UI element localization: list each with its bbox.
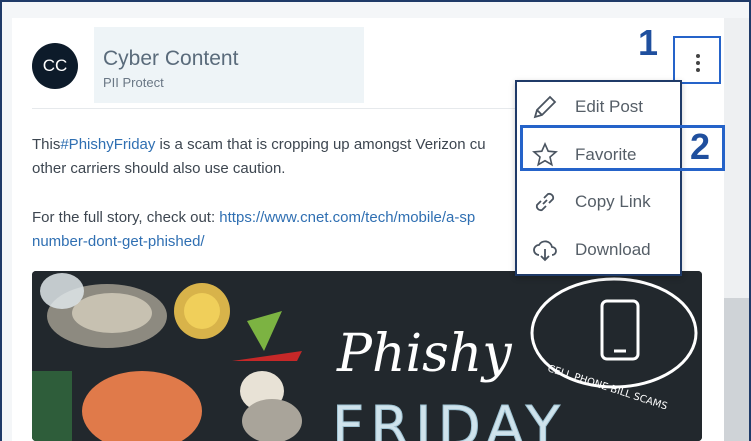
more-options-button[interactable] xyxy=(673,36,721,84)
menu-item-download[interactable]: Download xyxy=(517,227,680,273)
post-image-graphic: Phishy FRIDAY CELL PHONE BILL SCAMS xyxy=(32,271,702,441)
menu-item-edit-post[interactable]: Edit Post xyxy=(517,84,680,130)
cloud-download-icon xyxy=(525,234,565,266)
post-text-intro: For the full story, check out: xyxy=(32,209,220,226)
image-block-title: FRIDAY xyxy=(332,395,566,441)
pencil-icon xyxy=(525,91,565,123)
menu-item-label: Download xyxy=(575,240,651,259)
callout-number-1: 1 xyxy=(638,22,659,63)
callout-number-2: 2 xyxy=(690,126,711,167)
post-image[interactable]: Phishy FRIDAY CELL PHONE BILL SCAMS xyxy=(32,271,702,441)
scrollbar-thumb[interactable] xyxy=(724,298,749,441)
post-text-line-2: other carriers should also use caution. xyxy=(32,160,286,177)
scrollbar[interactable] xyxy=(724,18,749,441)
vertical-ellipsis-icon xyxy=(696,54,701,72)
post-text-prefix: This xyxy=(32,136,61,153)
post-text-line-3: For the full story, check out: https://w… xyxy=(32,206,475,230)
post-text-line-1: This#PhishyFriday is a scam that is crop… xyxy=(32,133,486,157)
post-options-menu: Edit Post Favorite Copy Link Download xyxy=(515,80,682,276)
post-text-suffix: is a scam that is cropping up amongst Ve… xyxy=(155,136,486,153)
author-subtitle: PII Protect xyxy=(103,75,164,90)
article-link[interactable]: https://www.cnet.com/tech/mobile/a-sp xyxy=(219,209,475,226)
avatar[interactable]: CC xyxy=(32,43,78,89)
link-icon xyxy=(525,186,565,218)
author-name[interactable]: Cyber Content xyxy=(103,47,238,71)
menu-item-label: Edit Post xyxy=(575,97,644,116)
image-script-title: Phishy xyxy=(336,324,512,384)
menu-item-copy-link[interactable]: Copy Link xyxy=(517,179,680,225)
avatar-initials: CC xyxy=(42,56,68,75)
menu-item-label: Copy Link xyxy=(575,192,651,211)
hashtag-link[interactable]: #PhishyFriday xyxy=(60,136,155,153)
article-link-continued[interactable]: number-dont-get-phished/ xyxy=(32,230,205,254)
divider xyxy=(32,108,516,109)
